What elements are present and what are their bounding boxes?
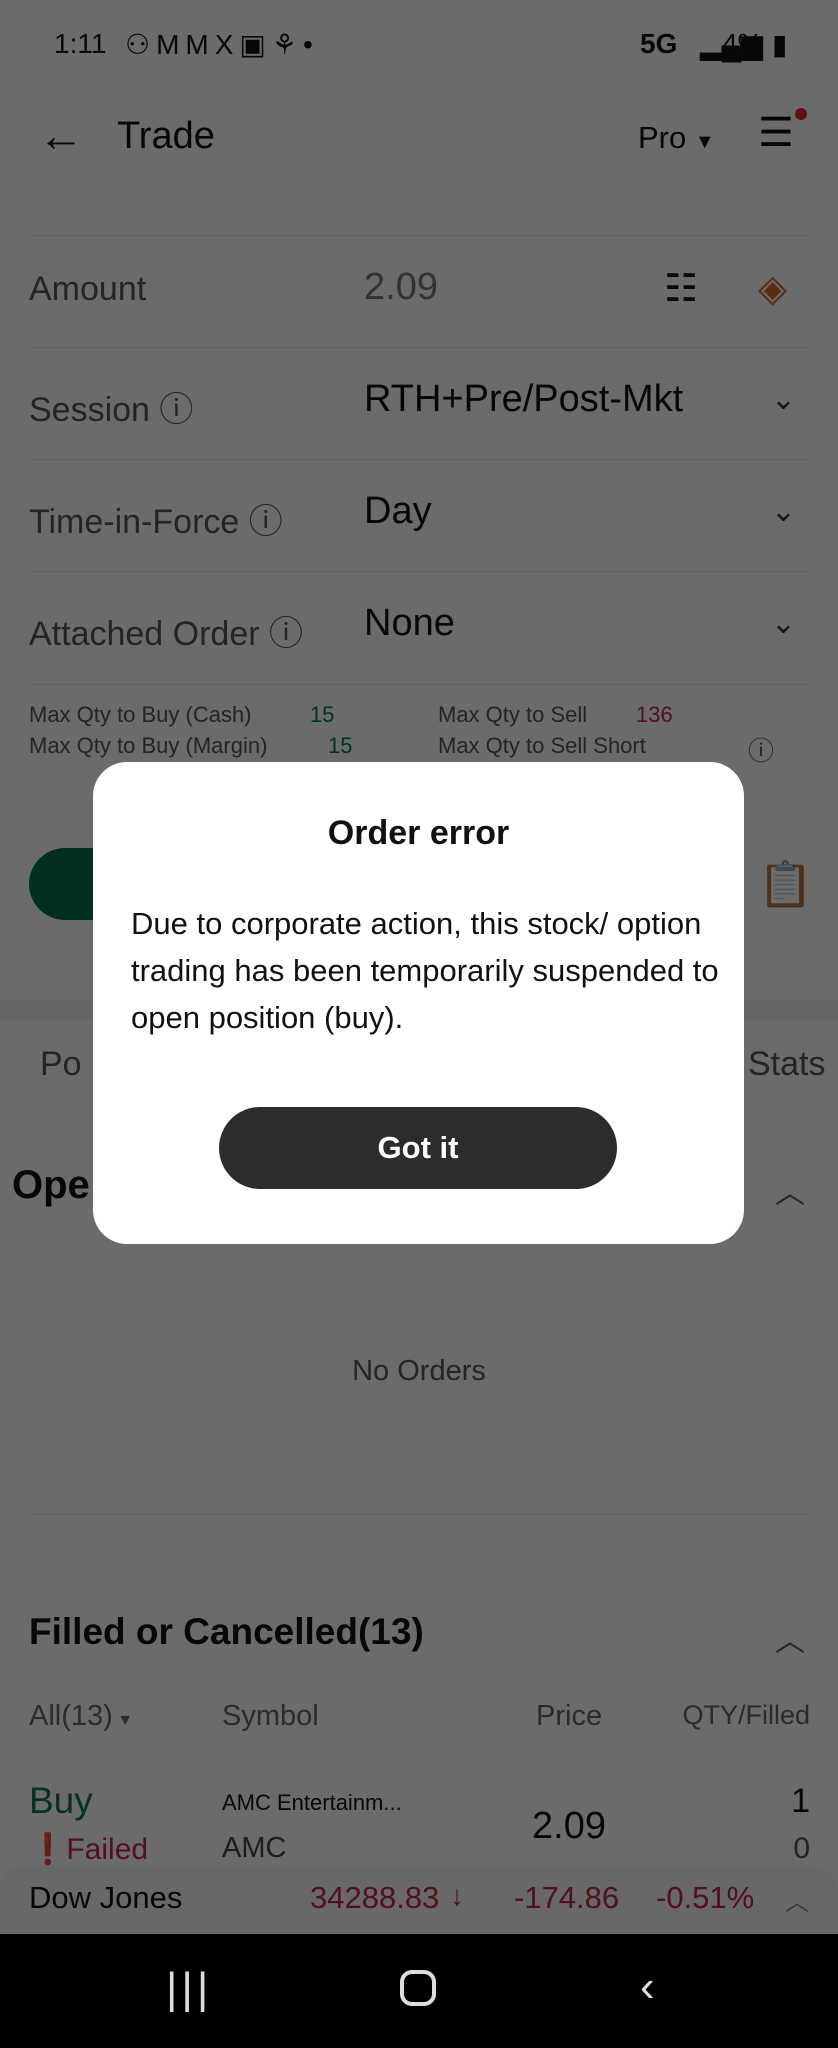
session-select[interactable]: RTH+Pre/Post-Mkt	[364, 378, 683, 421]
notification-icons: ⚇MMX▣⚘•	[125, 29, 319, 60]
index-value: 34288.83	[310, 1880, 440, 1915]
battery-level: 4%	[722, 28, 763, 59]
index-name: Dow Jones	[29, 1880, 183, 1915]
battery-icon: ▮	[772, 29, 788, 60]
order-qty: 1	[791, 1782, 810, 1820]
index-ticker-bar[interactable]: Dow Jones 34288.83 ↓ -174.86 -0.51% ︿	[0, 1866, 838, 1934]
page-title: Trade	[117, 115, 215, 157]
status-time: 1:11	[54, 28, 107, 59]
attached-label-text: Attached Order	[29, 615, 260, 653]
pro-label: Pro	[638, 120, 687, 155]
max-sell-label: Max Qty to Sell	[438, 702, 588, 727]
max-buy-cash-label: Max Qty to Buy (Cash)	[29, 702, 252, 727]
back-icon[interactable]: ‹	[640, 1962, 655, 2012]
filled-title: Filled or Cancelled(13)	[29, 1611, 424, 1652]
clipboard-icon[interactable]: 📋	[758, 858, 813, 910]
divider	[29, 571, 809, 572]
max-buy-cash-value: 15	[310, 702, 335, 727]
sliders-icon[interactable]: ☷	[664, 266, 698, 311]
dialog-title: Order error	[327, 814, 510, 852]
info-icon[interactable]: ⓘ	[249, 503, 283, 541]
index-pct: -0.51%	[656, 1880, 755, 1915]
order-name: AMC Entertainm...	[222, 1790, 402, 1815]
index-change: -174.86	[514, 1880, 620, 1915]
order-price: 2.09	[532, 1805, 606, 1847]
attached-order-label: Attached Order ⓘ	[29, 606, 303, 655]
max-sell-short-label: Max Qty to Sell Short	[438, 733, 646, 758]
col-price: Price	[536, 1700, 603, 1732]
chevron-down-icon[interactable]: ⌄	[771, 382, 796, 417]
divider	[29, 1514, 809, 1515]
tif-label: Time-in-Force ⓘ	[29, 494, 283, 543]
info-icon[interactable]: ⓘ	[748, 731, 774, 768]
max-buy-margin-value: 15	[328, 733, 353, 758]
col-symbol: Symbol	[222, 1700, 319, 1732]
order-status: ❗Failed	[29, 1832, 148, 1867]
alert-icon: ❗	[29, 1833, 67, 1866]
caret-down-icon: ▼	[694, 131, 715, 153]
tif-label-text: Time-in-Force	[29, 503, 240, 541]
info-icon[interactable]: ⓘ	[269, 615, 303, 653]
divider	[29, 684, 809, 685]
expand-icon[interactable]: ︿	[785, 1882, 809, 1917]
back-arrow-icon[interactable]: ←	[38, 108, 84, 162]
open-orders-title: Ope	[12, 1163, 90, 1207]
menu-icon[interactable]: ☰	[758, 110, 794, 156]
max-buy-margin-label: Max Qty to Buy (Margin)	[29, 733, 268, 758]
collapse-icon[interactable]: ︿	[775, 1616, 805, 1660]
arrow-down-icon: ↓	[450, 1880, 464, 1911]
info-icon[interactable]: ⓘ	[159, 391, 193, 429]
tif-select[interactable]: Day	[364, 490, 432, 533]
chevron-down-icon[interactable]: ⌄	[771, 606, 796, 641]
order-side: Buy	[29, 1780, 93, 1821]
filter-dropdown[interactable]: All(13) ▼	[29, 1700, 133, 1733]
divider	[29, 459, 809, 460]
status-bar: 1:11 ⚇MMX▣⚘• 5G ▂▄▆ 4% ▮	[0, 0, 838, 92]
max-sell-value: 136	[636, 702, 673, 727]
order-filled: 0	[793, 1832, 810, 1865]
home-icon[interactable]	[400, 1970, 436, 2006]
session-label-text: Session	[29, 391, 150, 429]
attached-order-select[interactable]: None	[364, 602, 455, 645]
amount-input[interactable]: 2.09	[364, 266, 438, 309]
got-it-button[interactable]: Got it	[219, 1107, 617, 1189]
collapse-icon[interactable]: ︿	[775, 1168, 805, 1212]
order-symbol: AMC	[222, 1832, 287, 1864]
filter-label: All(13)	[29, 1700, 113, 1732]
tab-positions[interactable]: Po	[40, 1045, 82, 1084]
chevron-down-icon[interactable]: ⌄	[771, 494, 796, 529]
amount-label: Amount	[29, 270, 147, 308]
caret-down-icon: ▼	[112, 1712, 134, 1729]
no-orders-text: No Orders	[352, 1355, 486, 1387]
android-nav-bar: ||| ‹	[0, 1934, 838, 2048]
dialog-message: Due to corporate action, this stock/ opt…	[131, 906, 719, 1035]
status-text: Failed	[66, 1833, 149, 1866]
pro-mode-dropdown[interactable]: Pro ▼	[638, 120, 715, 156]
notification-dot	[795, 108, 807, 120]
divider	[29, 235, 809, 236]
network-indicator: 5G	[640, 28, 678, 59]
order-error-dialog: Order error Due to corporate action, thi…	[93, 762, 744, 1244]
recent-apps-icon[interactable]: |||	[166, 1964, 212, 2014]
session-label: Session ⓘ	[29, 382, 193, 431]
layers-icon[interactable]: ◈	[758, 266, 787, 311]
tab-stats[interactable]: Stats	[748, 1045, 825, 1084]
col-qty: QTY/Filled	[682, 1700, 810, 1730]
divider	[29, 347, 809, 348]
